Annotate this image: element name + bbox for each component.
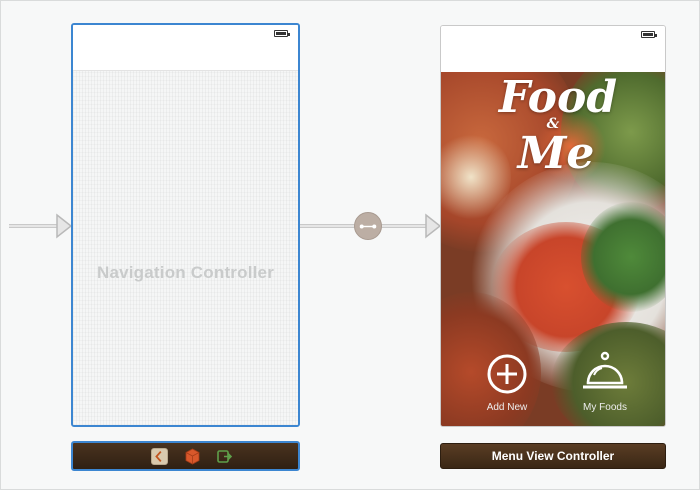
segue-link-icon[interactable]	[354, 212, 382, 240]
menu-view-controller-scene[interactable]: Food & Me Add New My Foods	[440, 25, 666, 427]
navigation-controller-body: Navigation Controller	[73, 71, 298, 425]
food-background-image: Food & Me Add New My Foods	[441, 72, 665, 426]
my-foods-button[interactable]: My Foods	[565, 349, 645, 413]
battery-icon	[641, 31, 657, 38]
plus-circle-icon	[487, 354, 527, 394]
status-bar	[73, 25, 298, 71]
navigation-controller-icon[interactable]	[151, 448, 168, 465]
entry-point-arrow[interactable]	[9, 211, 73, 241]
navigation-controller-dock[interactable]	[71, 441, 300, 471]
status-bar	[441, 26, 665, 72]
logo-me-text: Me	[517, 128, 595, 179]
first-responder-icon[interactable]	[184, 448, 201, 465]
navigation-controller-scene[interactable]: Navigation Controller	[71, 23, 300, 427]
battery-icon	[274, 30, 290, 37]
exit-icon[interactable]	[216, 448, 233, 465]
add-new-button[interactable]: Add New	[467, 353, 547, 417]
my-foods-label: My Foods	[583, 402, 627, 413]
serving-dish-icon	[583, 351, 627, 389]
add-new-label: Add New	[486, 402, 528, 413]
menu-view-controller-dock[interactable]: Menu View Controller	[440, 443, 666, 469]
navigation-controller-title: Navigation Controller	[96, 263, 275, 282]
